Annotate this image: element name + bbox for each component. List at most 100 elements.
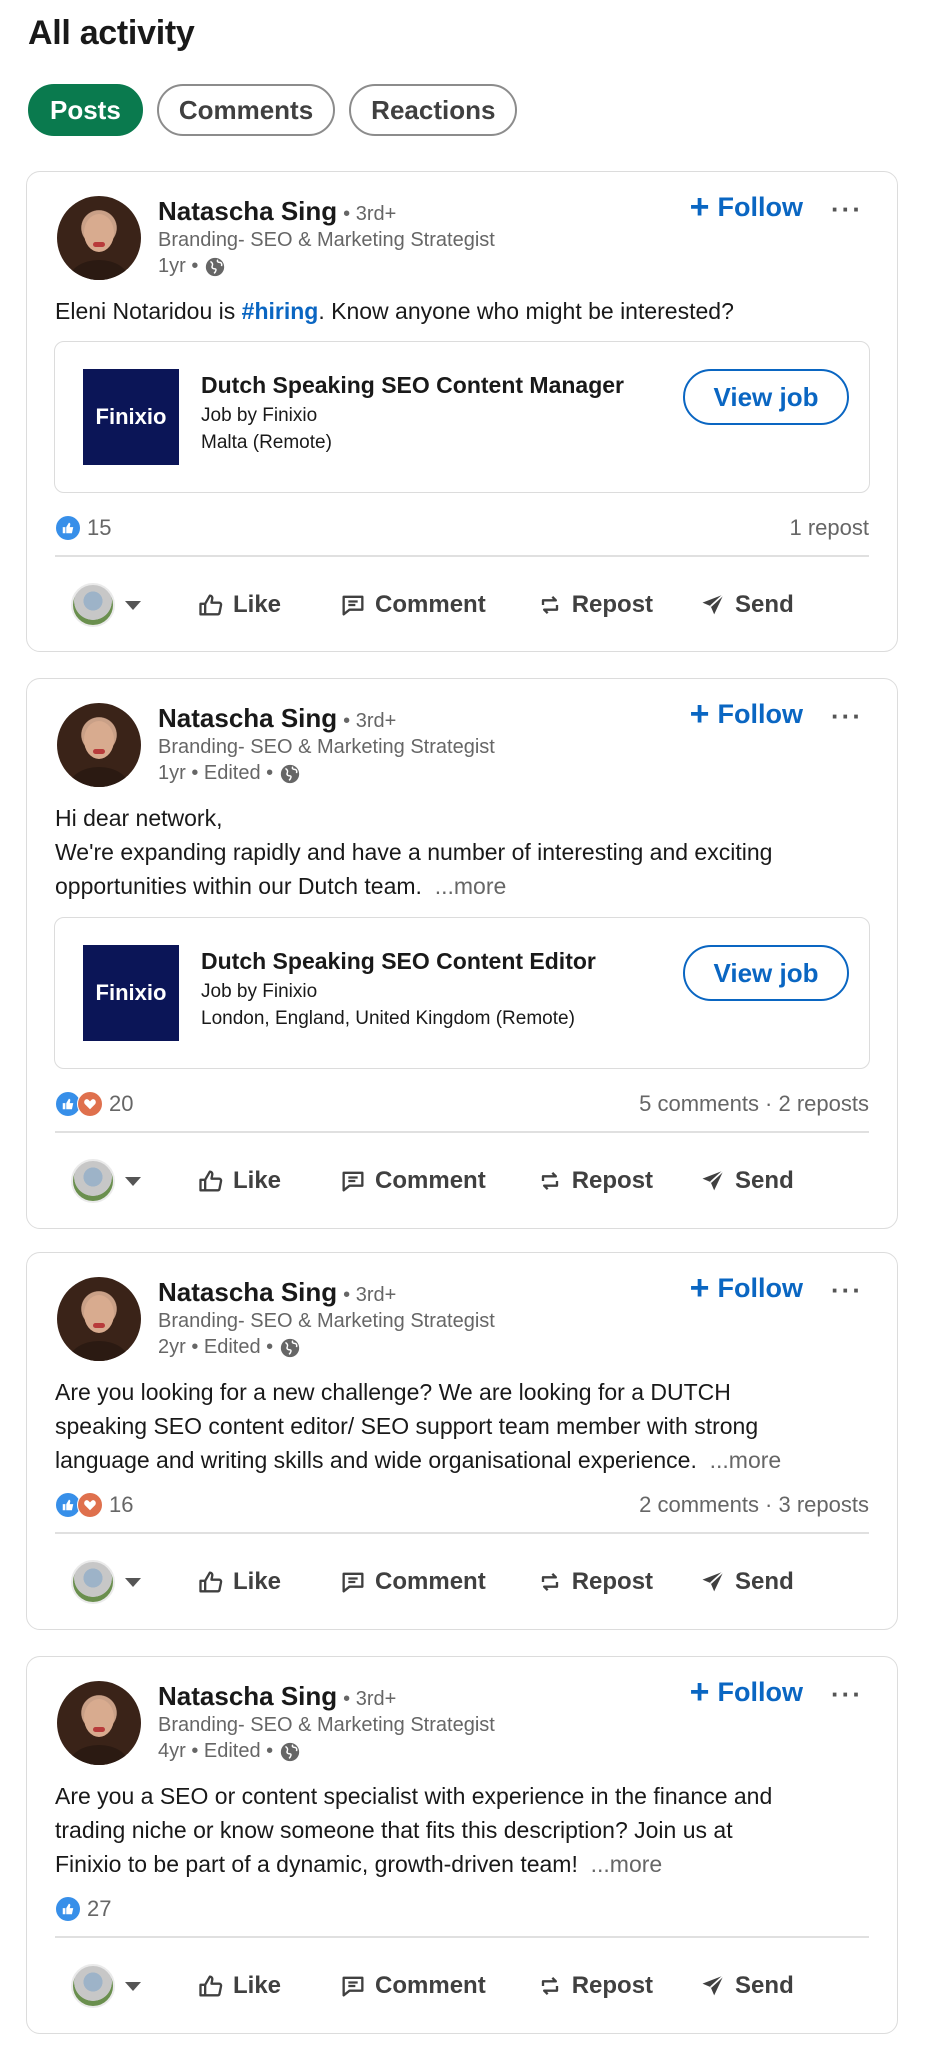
comment-label: Comment [375, 1972, 486, 1999]
view-job-button[interactable]: View job [683, 945, 849, 1001]
filter-reactions[interactable]: Reactions [349, 84, 518, 136]
send-button[interactable]: Send [699, 591, 794, 619]
follow-button[interactable]: + Follow [690, 1271, 803, 1305]
actor-switcher[interactable] [71, 1560, 183, 1604]
social-counts: 20 5 comments · 2 reposts [55, 1086, 869, 1122]
plus-icon: + [689, 188, 710, 226]
see-more-link[interactable]: ...more [591, 1851, 663, 1877]
actor-avatar [71, 1560, 115, 1604]
author-avatar[interactable] [57, 196, 141, 280]
send-icon [702, 1974, 725, 1996]
repost-label: Repost [571, 1568, 654, 1595]
reaction-summary[interactable]: 27 [55, 1896, 111, 1922]
repost-button[interactable]: Repost [536, 1972, 653, 2000]
author-avatar[interactable] [57, 703, 141, 787]
job-location: London, England, United Kingdom (Remote) [201, 1008, 575, 1029]
like-button[interactable]: Like [197, 591, 281, 619]
filter-comments[interactable]: Comments [156, 84, 336, 136]
job-title[interactable]: Dutch Speaking SEO Content Manager [201, 372, 624, 399]
post-age: 4yr • Edited • [158, 1740, 274, 1762]
follow-button[interactable]: + Follow [690, 190, 803, 224]
company-logo: Finixio [83, 369, 179, 465]
view-job-button[interactable]: View job [683, 369, 849, 425]
post-text: Eleni Notaridou is #hiring. Know anyone … [55, 294, 869, 328]
like-button[interactable]: Like [197, 1167, 281, 1195]
post-text-line: trading niche or know someone that fits … [55, 1817, 733, 1843]
post-text-line: Finixio to be part of a dynamic, growth-… [55, 1847, 869, 1881]
repost-button[interactable]: Repost [536, 1167, 653, 1195]
like-label: Like [233, 1972, 282, 1999]
filter-bar: Posts Comments Reactions [28, 84, 518, 136]
connection-degree: • 3rd+ [343, 710, 397, 732]
comment-button[interactable]: Comment [339, 1568, 486, 1596]
comment-icon [342, 1976, 364, 1997]
more-icon[interactable]: ··· [831, 1679, 863, 1710]
send-button[interactable]: Send [699, 1568, 794, 1596]
connection-degree: • 3rd+ [343, 203, 397, 225]
love-reaction-icon [77, 1492, 103, 1518]
repost-button[interactable]: Repost [536, 591, 653, 619]
like-label: Like [233, 1568, 282, 1595]
follow-button[interactable]: + Follow [690, 1675, 803, 1709]
send-button[interactable]: Send [699, 1167, 794, 1195]
post-meta: 4yr • Edited • [158, 1740, 301, 1763]
post-meta: 2yr • Edited • [158, 1336, 301, 1359]
follow-button[interactable]: + Follow [690, 697, 803, 731]
post-text-part: . Know anyone who might be interested? [318, 298, 734, 324]
like-reaction-icon [55, 515, 81, 541]
like-button[interactable]: Like [197, 1568, 281, 1596]
reaction-count: 20 [109, 1091, 134, 1116]
actor-switcher[interactable] [71, 583, 183, 627]
author-avatar[interactable] [57, 1681, 141, 1765]
filter-posts[interactable]: Posts [28, 84, 143, 136]
post-text-line: opportunities within our Dutch team. ...… [55, 869, 869, 903]
divider [55, 1936, 869, 1938]
reaction-summary[interactable]: 15 [55, 515, 111, 541]
author-row: Natascha Sing • 3rd+ [158, 196, 396, 227]
actor-switcher[interactable] [71, 1964, 183, 2008]
comment-button[interactable]: Comment [339, 1972, 486, 2000]
repost-button[interactable]: Repost [536, 1568, 653, 1596]
post-card: Natascha Sing • 3rd+ Branding- SEO & Mar… [26, 678, 898, 1229]
reaction-count: 16 [109, 1492, 134, 1517]
actor-switcher[interactable] [71, 1159, 183, 1203]
divider [55, 1131, 869, 1133]
author-headline: Branding- SEO & Marketing Strategist [158, 736, 495, 758]
job-title[interactable]: Dutch Speaking SEO Content Editor [201, 948, 596, 975]
reaction-summary[interactable]: 16 [55, 1492, 133, 1518]
job-company: Job by Finixio [201, 405, 318, 426]
more-icon[interactable]: ··· [831, 1275, 863, 1306]
job-card[interactable]: Finixio Dutch Speaking SEO Content Manag… [54, 341, 870, 493]
engagement-count[interactable]: 1 repost [790, 515, 870, 541]
chevron-down-icon [125, 1981, 141, 1991]
plus-icon: + [689, 1269, 710, 1307]
post-meta: 1yr • Edited • [158, 762, 301, 785]
repost-icon [541, 596, 558, 614]
hashtag-link[interactable]: #hiring [242, 298, 319, 324]
author-name[interactable]: Natascha Sing [158, 1681, 337, 1712]
author-name[interactable]: Natascha Sing [158, 703, 337, 734]
more-icon[interactable]: ··· [831, 701, 863, 732]
post-text: Are you a SEO or content specialist with… [55, 1779, 869, 1881]
comment-button[interactable]: Comment [339, 1167, 486, 1195]
author-headline: Branding- SEO & Marketing Strategist [158, 229, 495, 251]
engagement-count[interactable]: 2 comments · 3 reposts [639, 1492, 869, 1518]
job-card[interactable]: Finixio Dutch Speaking SEO Content Edito… [54, 917, 870, 1069]
see-more-link[interactable]: ...more [710, 1447, 782, 1473]
engagement-count[interactable]: 5 comments · 2 reposts [639, 1091, 869, 1117]
comment-icon [342, 595, 364, 616]
send-label: Send [735, 1568, 794, 1595]
social-counts: 16 2 comments · 3 reposts [55, 1487, 869, 1523]
like-button[interactable]: Like [197, 1972, 281, 2000]
author-name[interactable]: Natascha Sing [158, 1277, 337, 1308]
reaction-summary[interactable]: 20 [55, 1091, 133, 1117]
send-button[interactable]: Send [699, 1972, 794, 2000]
author-name[interactable]: Natascha Sing [158, 196, 337, 227]
actor-avatar [71, 1159, 115, 1203]
author-avatar[interactable] [57, 1277, 141, 1361]
comment-button[interactable]: Comment [339, 591, 486, 619]
see-more-link[interactable]: ...more [435, 873, 507, 899]
send-icon [702, 1169, 725, 1191]
more-icon[interactable]: ··· [831, 194, 863, 225]
send-label: Send [735, 1167, 794, 1194]
